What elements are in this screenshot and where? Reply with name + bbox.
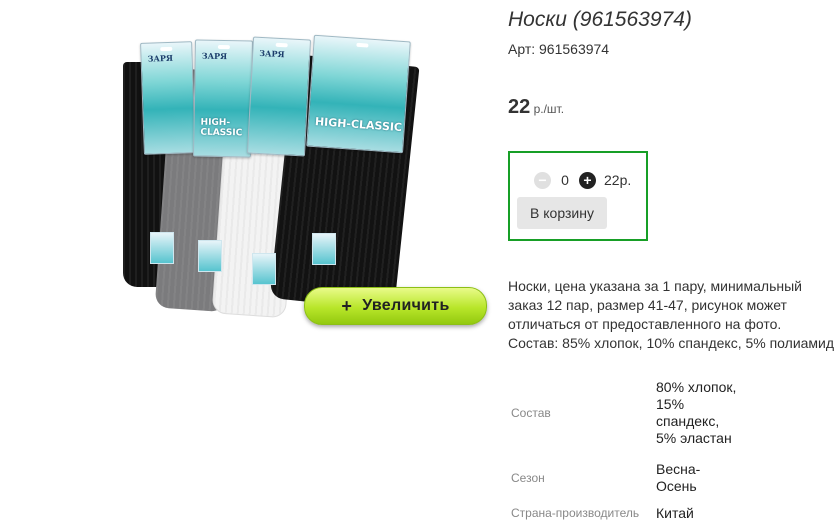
quantity-value[interactable]: 0 [551, 172, 579, 188]
description-line: заказ 12 пар, размер 41-47, рисунок може… [508, 297, 787, 313]
zoom-button-label: Увеличить [362, 297, 450, 314]
sock-label-3 [252, 253, 276, 285]
quantity-stepper: − 0 + 22р. [534, 169, 631, 191]
product-image[interactable]: ЗАРЯ ЗАРЯ HIGH-CLASSIC ЗАРЯ HIGH-CLASSIC… [0, 0, 495, 340]
spec-label: Сезон [511, 471, 545, 485]
spec-row-country: Страна-производитель Китай [508, 499, 740, 527]
buy-box: − 0 + 22р. В корзину [508, 151, 648, 241]
product-sku: Арт: 961563974 [508, 41, 610, 57]
spec-label: Состав [511, 406, 551, 420]
description-line: Состав: 85% хлопок, 10% спандекс, 5% пол… [508, 335, 835, 351]
spec-label: Страна-производитель [511, 506, 640, 520]
sock-packaging-2: ЗАРЯ HIGH-CLASSIC [192, 39, 254, 158]
minus-circle-icon[interactable]: − [534, 171, 551, 189]
sock-label-1 [150, 232, 174, 264]
spec-value: 80% хлопок, 15% спандекс, 5% эластан [656, 379, 737, 446]
spec-value: Китай [656, 504, 694, 521]
spec-row-composition: Состав 80% хлопок, 15% спандекс, 5% элас… [508, 369, 740, 457]
plus-icon: + [341, 295, 353, 316]
plus-circle-icon[interactable]: + [579, 171, 596, 189]
product-title: Носки (961563974) [508, 8, 692, 31]
sock-label-4 [312, 233, 336, 265]
sock-packaging-4: HIGH-CLASSIC [306, 34, 411, 154]
zoom-image-button[interactable]: + Увеличить [304, 287, 487, 325]
product-price: 22 р./шт. [508, 96, 564, 119]
row-total: 22р. [604, 172, 632, 188]
specs-table: Состав 80% хлопок, 15% спандекс, 5% элас… [508, 369, 740, 527]
spec-value: Весна-Осень [656, 461, 701, 494]
price-value: 22 [508, 96, 531, 118]
sock-packaging-3: ЗАРЯ [246, 36, 312, 157]
sock-packaging-1: ЗАРЯ [140, 41, 196, 155]
spec-row-season: Сезон Весна-Осень [508, 457, 740, 499]
product-description: Носки, цена указана за 1 пару, минимальн… [508, 277, 839, 353]
price-unit: р./шт. [530, 102, 565, 116]
description-line: отличаться от предоставленного на фото. [508, 316, 782, 332]
sock-label-2 [198, 240, 222, 272]
description-line: Носки, цена указана за 1 пару, минимальн… [508, 278, 802, 294]
add-to-cart-button[interactable]: В корзину [517, 197, 607, 229]
